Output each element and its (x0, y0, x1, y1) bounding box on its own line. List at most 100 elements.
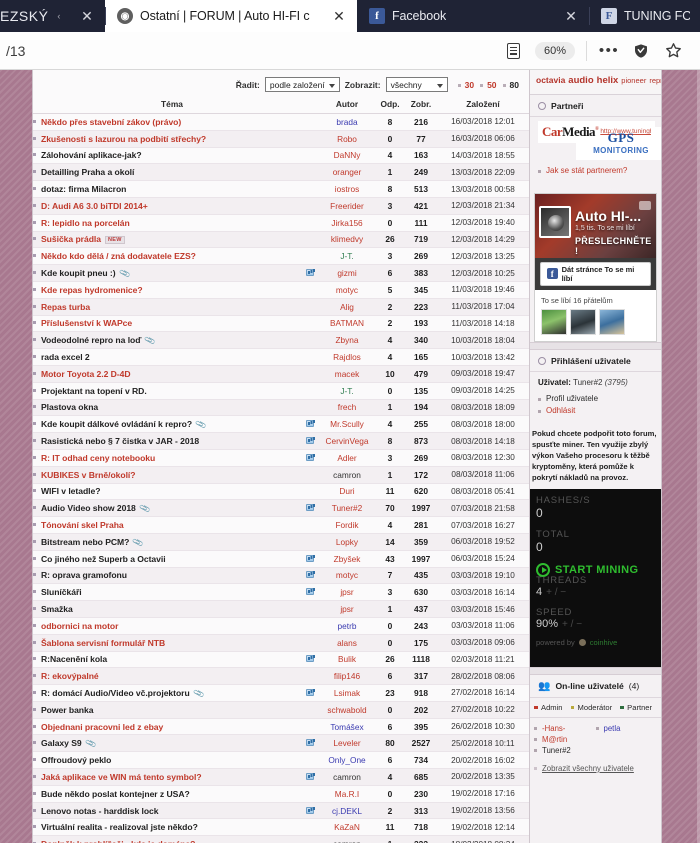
author-link[interactable]: Tomášex (330, 722, 363, 732)
author-link[interactable]: iostros (335, 184, 359, 194)
table-row[interactable]: Vodeodolné repro na loď 📎 Zbyna 4 340 10/03/2… (33, 331, 529, 350)
table-row[interactable]: Rasistická nebo § 7 čistka v JAR - 2018 C… (33, 432, 529, 450)
cell-topic[interactable]: Plastova okna (33, 399, 301, 417)
author-link[interactable]: motyc (336, 285, 358, 295)
table-row[interactable]: Motor Toyota 2.2 D-4D macek 10 479 09/03/201… (33, 365, 529, 383)
table-row[interactable]: Kde repas hydromenice? motyc 5 345 11/03/201… (33, 281, 529, 299)
table-row[interactable]: Smažka jpsr 1 437 03/03/2018 15:46 (33, 600, 529, 618)
cell-topic[interactable]: Detailling Praha a okolí (33, 163, 301, 182)
browser-tab-0[interactable]: EZSKÝ ‹ ✕ (0, 0, 105, 32)
thread-title-link[interactable]: dotaz: firma Milacron (41, 184, 126, 194)
author-link[interactable]: Leveler (333, 738, 360, 748)
author-link[interactable]: Only_One (328, 755, 365, 765)
cell-topic[interactable]: Bitstream nebo PCM? 📎 (33, 533, 301, 551)
table-row[interactable]: Doplněk k prohlížeči - kde je doména? cam… (33, 835, 529, 843)
online-user[interactable]: -Hans- (534, 724, 596, 733)
miner-threads-stepper[interactable]: + / − (546, 587, 566, 598)
author-link[interactable]: gizmi (337, 268, 356, 278)
author-link[interactable]: petrb (338, 621, 357, 631)
author-link[interactable]: Alig (340, 302, 354, 312)
tab-close-icon[interactable]: ✕ (563, 8, 579, 24)
author-link[interactable]: Duri (339, 486, 354, 496)
table-row[interactable]: R:Nacenění kola Bulik 26 1118 02/03/2018 11:… (33, 651, 529, 669)
table-row[interactable]: Šablona servisní formulář NTB alans 0 175 03… (33, 634, 529, 652)
table-row[interactable]: Offroudový peklo Only_One 6 734 20/02/2018 1… (33, 751, 529, 770)
cell-topic[interactable]: Vodeodolné repro na loď 📎 (33, 331, 301, 350)
thread-title-link[interactable]: Příslušenství k WAPce (41, 318, 132, 328)
cell-topic[interactable]: R: IT odhad ceny notebooku (33, 449, 301, 467)
col-header-created[interactable]: Založení (437, 97, 529, 114)
thread-title-link[interactable]: Někdo přes stavební zákov (právo) (41, 117, 181, 127)
cell-topic[interactable]: R: lepidlo na porcelán (33, 214, 301, 232)
cell-topic[interactable]: WIFI v letadle? (33, 483, 301, 501)
thread-title-link[interactable]: Zkušenosti s lazurou na podbití střechy? (41, 134, 206, 144)
table-row[interactable]: Co jiného než Superb a Octavii Zbyšek 43 19… (33, 550, 529, 568)
table-row[interactable]: R: IT odhad ceny notebooku Adler 3 269 08/03… (33, 449, 529, 467)
cell-topic[interactable]: odbornici na motor (33, 617, 301, 635)
thread-title-link[interactable]: Kde koupit pneu :) (41, 268, 116, 278)
browser-tab-2[interactable]: f Facebook ✕ (357, 0, 589, 32)
cell-topic[interactable]: Objednani pracovni led z ebay (33, 718, 301, 736)
author-link[interactable]: Bulik (338, 654, 356, 664)
thread-title-link[interactable]: R: oprava gramofonu (41, 570, 127, 580)
browser-tab-1[interactable]: ◉ Ostatní | FORUM | Auto HI-FI c ✕ (105, 0, 357, 32)
cell-topic[interactable]: Motor Toyota 2.2 D-4D (33, 365, 301, 383)
table-row[interactable]: Tónování skel Praha Fordik 4 281 07/03/2018 … (33, 516, 529, 534)
author-link[interactable]: klimedvy (331, 234, 363, 244)
author-link[interactable]: KaZaN (334, 822, 360, 832)
avatar[interactable] (541, 308, 567, 335)
avatar[interactable] (599, 308, 625, 335)
author-link[interactable]: J-T. (340, 251, 353, 261)
thread-title-link[interactable]: R: ekovýpalné (41, 671, 99, 681)
cell-topic[interactable]: Doplněk k prohlížeči - kde je doména? (33, 835, 301, 843)
author-link[interactable]: jpsr (340, 604, 353, 614)
thread-title-link[interactable]: Audio Video show 2018 (41, 503, 136, 513)
col-header-views[interactable]: Zobr. (405, 97, 437, 114)
table-row[interactable]: Někdo kdo dělá / zná dodavatele EZS? J-T.… (33, 247, 529, 266)
table-row[interactable]: Bitstream nebo PCM? 📎 Lopky 14 359 06/03/2018… (33, 533, 529, 551)
thread-title-link[interactable]: Bitstream nebo PCM? (41, 537, 129, 547)
author-link[interactable]: Lsimak (334, 688, 360, 698)
table-row[interactable]: WIFI v letadle? Duri 11 620 08/03/2018 05:41 (33, 483, 529, 501)
cell-topic[interactable]: Repas turba (33, 298, 301, 316)
author-link[interactable]: DaNNy (334, 150, 361, 160)
avatar[interactable] (570, 308, 596, 335)
table-row[interactable]: Objednani pracovni led z ebay Tomášex 6 395… (33, 718, 529, 736)
tag-repro[interactable]: repro (649, 76, 661, 85)
author-link[interactable]: BATMAN (330, 318, 364, 328)
author-link[interactable]: Jirka156 (331, 218, 362, 228)
author-link[interactable]: Freerider (330, 201, 364, 211)
facebook-like-button[interactable]: f Dát stránce To se mi líbí (540, 261, 651, 286)
author-link[interactable]: frech (338, 402, 356, 412)
cell-topic[interactable]: R: domácí Audio/Video vč.projektoru 📎 (33, 684, 301, 702)
table-row[interactable]: Kde koupit pneu :) 📎 gizmi 6 383 12/03/2018 1… (33, 264, 529, 282)
table-row[interactable]: Zkušenosti s lazurou na podbití střechy?… (33, 130, 529, 148)
tab-close-icon[interactable]: ✕ (79, 8, 95, 24)
author-link[interactable]: Zbyšek (334, 554, 361, 564)
cell-topic[interactable]: rada excel 2 (33, 348, 301, 366)
thread-title-link[interactable]: Offroudový peklo (41, 755, 111, 765)
cell-topic[interactable]: R: oprava gramofonu (33, 567, 301, 585)
author-link[interactable]: Fordik (335, 520, 358, 530)
tag-helix[interactable]: helix (597, 75, 619, 86)
page-size-50[interactable]: 50 (480, 80, 497, 90)
cell-topic[interactable]: Lenovo notas - harddisk lock (33, 802, 301, 820)
show-all-users-link[interactable]: Zobrazit všechny uživatele (530, 759, 661, 777)
thread-title-link[interactable]: Tónování skel Praha (41, 520, 124, 530)
cell-topic[interactable]: Kde repas hydromenice? (33, 281, 301, 299)
cell-topic[interactable]: Co jiného než Superb a Octavii (33, 550, 301, 568)
table-row[interactable]: Sušička prádla NEW klimedvy 26 719 12/03/2018… (33, 231, 529, 249)
tag-pioneer[interactable]: pioneer (621, 76, 646, 85)
thread-title-link[interactable]: Galaxy S9 (41, 738, 82, 748)
table-row[interactable]: Virtuální realita - realizoval jste někd… (33, 818, 529, 837)
thread-title-link[interactable]: Šablona servisní formulář NTB (41, 638, 165, 648)
thread-title-link[interactable]: Lenovo notas - harddisk lock (41, 806, 159, 816)
thread-title-link[interactable]: Zálohování aplikace-jak? (41, 150, 142, 160)
table-row[interactable]: R: domácí Audio/Video vč.projektoru 📎 Lsim… (33, 684, 529, 702)
address-bar[interactable]: /13 (6, 43, 497, 59)
cell-topic[interactable]: Rasistická nebo § 7 čistka v JAR - 2018 (33, 432, 301, 450)
table-row[interactable]: Sluníčkáři jpsr 3 630 03/03/2018 16:14 (33, 583, 529, 602)
thread-title-link[interactable]: D: Audi A6 3.0 biTDI 2014+ (41, 201, 148, 211)
author-link[interactable]: camron (333, 772, 361, 782)
table-row[interactable]: odbornici na motor petrb 0 243 03/03/2018 11… (33, 617, 529, 635)
